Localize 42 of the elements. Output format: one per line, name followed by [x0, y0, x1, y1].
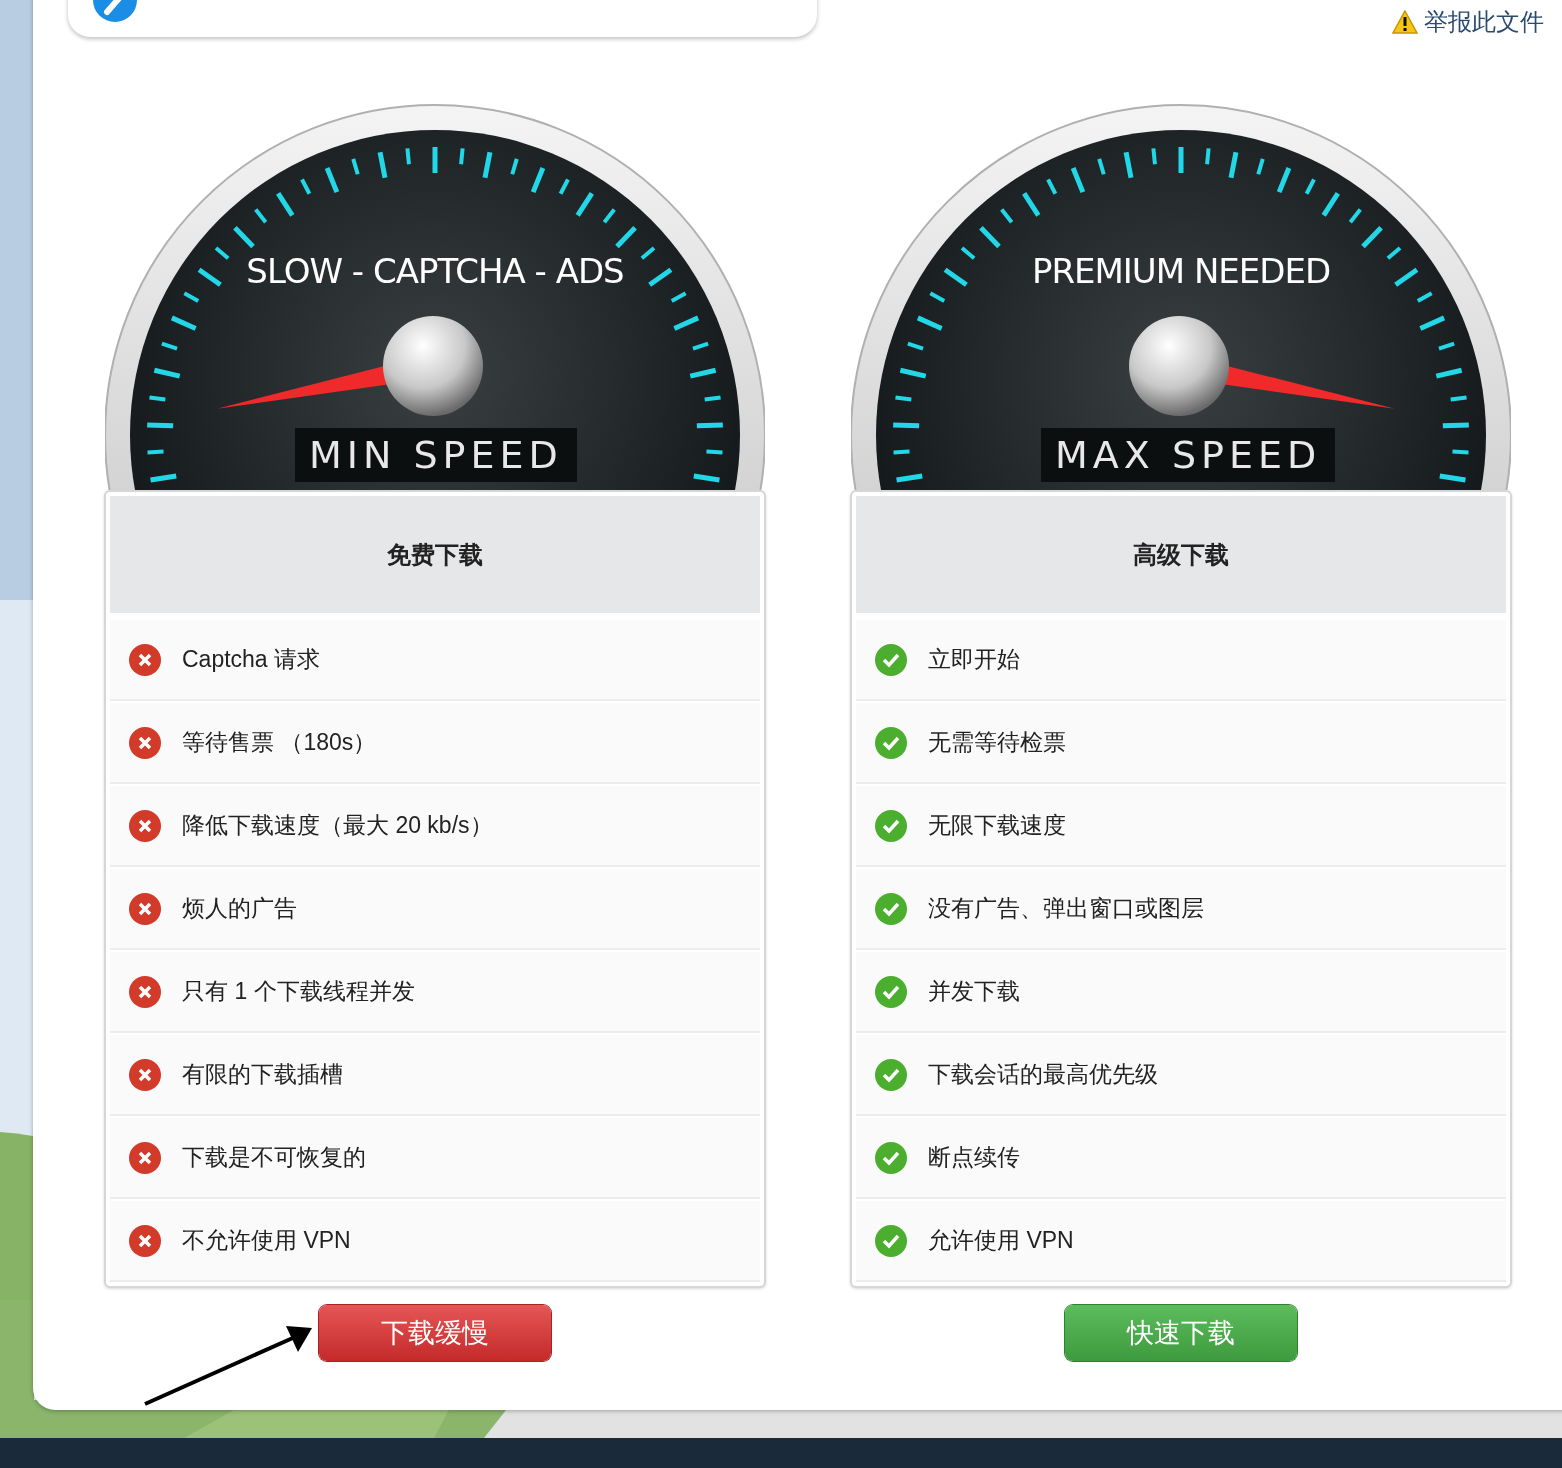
check-icon [874, 725, 908, 760]
check-icon [874, 1223, 908, 1258]
speed-label: MIN SPEED [295, 428, 577, 482]
speed-label: MAX SPEED [1041, 428, 1336, 482]
feature-text: 下载是不可恢复的 [182, 1143, 366, 1172]
cross-icon [128, 974, 162, 1009]
feature-text: 立即开始 [928, 645, 1020, 674]
cross-icon [128, 725, 162, 760]
plan-title: 免费下载 [110, 496, 760, 613]
check-icon [874, 808, 908, 843]
feature-text: 烦人的广告 [182, 894, 297, 923]
feature-text: 不允许使用 VPN [182, 1226, 351, 1255]
feature-text: 没有广告、弹出窗口或图层 [928, 894, 1204, 923]
feature-text: 断点续传 [928, 1143, 1020, 1172]
cross-icon [128, 1223, 162, 1258]
download-button[interactable]: 下载缓慢 [319, 1305, 551, 1361]
cross-icon [128, 808, 162, 843]
feature-text: 允许使用 VPN [928, 1226, 1074, 1255]
check-icon [874, 642, 908, 677]
feature-text: 有限的下载插槽 [182, 1060, 343, 1089]
cross-icon [128, 1140, 162, 1175]
feature-text: 无限下载速度 [928, 811, 1066, 840]
feature-text: 并发下载 [928, 977, 1020, 1006]
download-button[interactable]: 快速下载 [1065, 1305, 1297, 1361]
check-icon [874, 1140, 908, 1175]
gauge-caption: SLOW - CAPTCHA - ADS [246, 251, 624, 291]
gauge-caption: PREMIUM NEEDED [1031, 251, 1331, 291]
plan-title: 高级下载 [856, 496, 1506, 613]
feature-text: 只有 1 个下载线程并发 [182, 977, 415, 1006]
feature-text: 无需等待检票 [928, 728, 1066, 757]
feature-text: 下载会话的最高优先级 [928, 1060, 1158, 1089]
cross-icon [128, 1057, 162, 1092]
check-icon [874, 891, 908, 926]
warning-icon [1392, 10, 1418, 34]
check-icon [874, 974, 908, 1009]
feature-text: Captcha 请求 [182, 645, 321, 674]
cross-icon [128, 891, 162, 926]
feature-text: 降低下载速度（最大 20 kb/s） [182, 811, 493, 840]
feature-text: 等待售票 （180s） [182, 728, 377, 757]
check-icon [874, 1057, 908, 1092]
report-file-link[interactable]: 举报此文件 [1424, 6, 1544, 38]
cross-icon [128, 642, 162, 677]
